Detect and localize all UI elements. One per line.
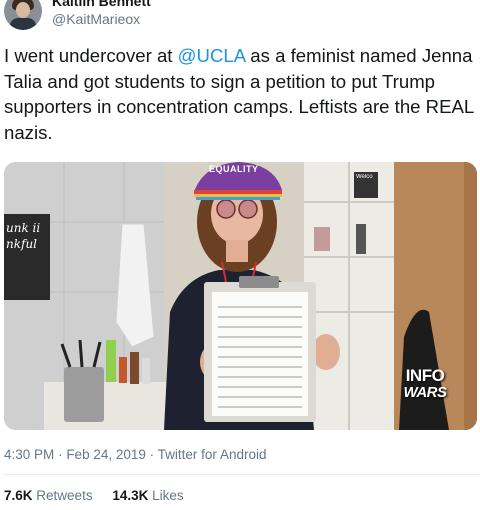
- likes-stat[interactable]: 14.3K Likes: [112, 488, 183, 503]
- divider: [4, 474, 480, 475]
- tweet-meta: 4:30 PM · Feb 24, 2019 · Twitter for And…: [4, 447, 266, 462]
- watermark-bottom: WARS: [403, 384, 448, 401]
- tweet-media-video[interactable]: EQUALITY unk ii nkful Welco INFO WARS: [4, 162, 477, 430]
- avatar[interactable]: [4, 0, 42, 30]
- retweets-stat[interactable]: 7.6K Retweets: [4, 488, 93, 503]
- right-sign-text: Welco: [356, 174, 373, 180]
- author-display-name[interactable]: Kaitlin Bennett: [52, 0, 151, 9]
- hat-text: EQUALITY: [209, 164, 259, 174]
- tweet-source[interactable]: Twitter for Android: [158, 447, 267, 462]
- author-handle[interactable]: @KaitMarieox: [52, 11, 140, 27]
- retweets-label: Retweets: [36, 488, 93, 503]
- tweet-date[interactable]: Feb 24, 2019: [66, 447, 146, 462]
- watermark-top: INFO: [405, 366, 445, 385]
- meta-separator-1: ·: [58, 447, 63, 462]
- tweet-text-start: I went undercover at: [4, 45, 178, 66]
- mention-link[interactable]: @UCLA: [178, 45, 245, 66]
- retweets-count: 7.6K: [4, 488, 33, 503]
- tweet-stats: 7.6K Retweets 14.3K Likes: [4, 488, 200, 503]
- likes-count: 14.3K: [112, 488, 149, 503]
- meta-separator-2: ·: [149, 447, 155, 462]
- likes-label: Likes: [152, 488, 184, 503]
- chalkboard-text: unk ii nkful: [6, 221, 41, 251]
- utensil-holder-icon: [64, 367, 104, 422]
- tweet-time[interactable]: 4:30 PM: [4, 447, 54, 462]
- avatar-shirt: [10, 18, 36, 30]
- infowars-watermark: INFO WARS: [402, 367, 448, 401]
- tweet-text: I went undercover at @UCLA as a feminist…: [4, 43, 476, 145]
- avatar-face: [16, 2, 30, 18]
